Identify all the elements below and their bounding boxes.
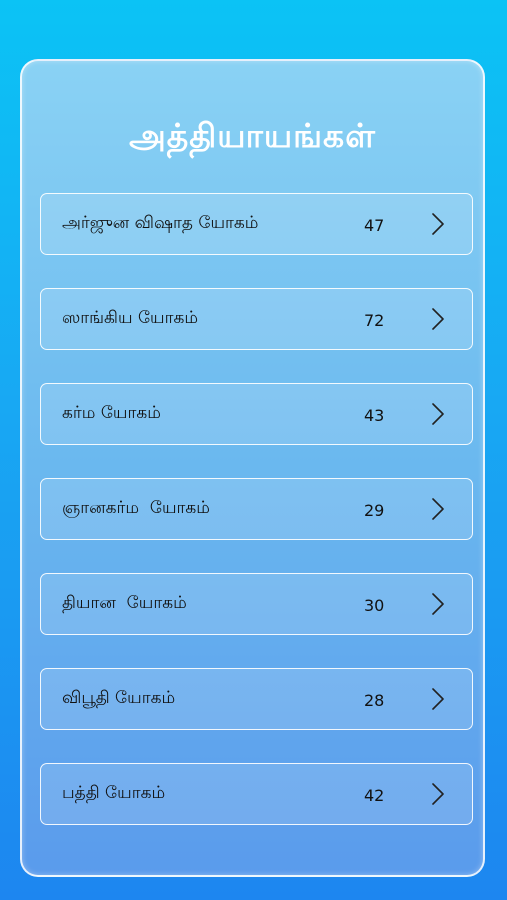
chapter-name: அர்ஜுன விஷாத யோகம் — [62, 213, 259, 233]
chapter-name: ஸாங்கிய யோகம் — [62, 308, 199, 328]
chapters-panel: அத்தியாயங்கள் அர்ஜுன விஷாத யோகம் 47 ஸாங்… — [20, 59, 485, 877]
chevron-right-icon — [432, 403, 444, 425]
chapter-row-5[interactable]: தியான யோகம் 30 — [40, 573, 473, 635]
chevron-right-icon — [432, 213, 444, 235]
chevron-right-icon — [432, 498, 444, 520]
chevron-right-icon — [432, 688, 444, 710]
chapter-verse-count: 28 — [364, 691, 385, 711]
chapter-verse-count: 47 — [364, 216, 385, 236]
chapter-name: கர்ம யோகம் — [62, 403, 161, 423]
chevron-right-icon — [432, 783, 444, 805]
chapter-name: தியான யோகம் — [62, 593, 187, 613]
chevron-right-icon — [432, 593, 444, 615]
chapter-name: ஞானகர்ம யோகம் — [62, 498, 210, 518]
chapter-name: விபூதி யோகம் — [62, 688, 176, 708]
chapter-list: அர்ஜுன விஷாத யோகம் 47 ஸாங்கிய யோகம் 72 க… — [40, 193, 473, 858]
chapter-verse-count: 42 — [364, 786, 385, 806]
chapter-row-2[interactable]: ஸாங்கிய யோகம் 72 — [40, 288, 473, 350]
chapter-name: பத்தி யோகம் — [62, 783, 166, 803]
chapter-verse-count: 72 — [364, 311, 385, 331]
chapter-verse-count: 29 — [364, 501, 385, 521]
page-title: அத்தியாயங்கள் — [129, 116, 376, 155]
chapter-row-3[interactable]: கர்ம யோகம் 43 — [40, 383, 473, 445]
chapter-row-6[interactable]: விபூதி யோகம் 28 — [40, 668, 473, 730]
chapter-row-4[interactable]: ஞானகர்ம யோகம் 29 — [40, 478, 473, 540]
chapter-verse-count: 30 — [364, 596, 385, 616]
chapter-verse-count: 43 — [364, 406, 385, 426]
chapter-row-7[interactable]: பத்தி யோகம் 42 — [40, 763, 473, 825]
chevron-right-icon — [432, 308, 444, 330]
chapter-row-1[interactable]: அர்ஜுன விஷாத யோகம் 47 — [40, 193, 473, 255]
